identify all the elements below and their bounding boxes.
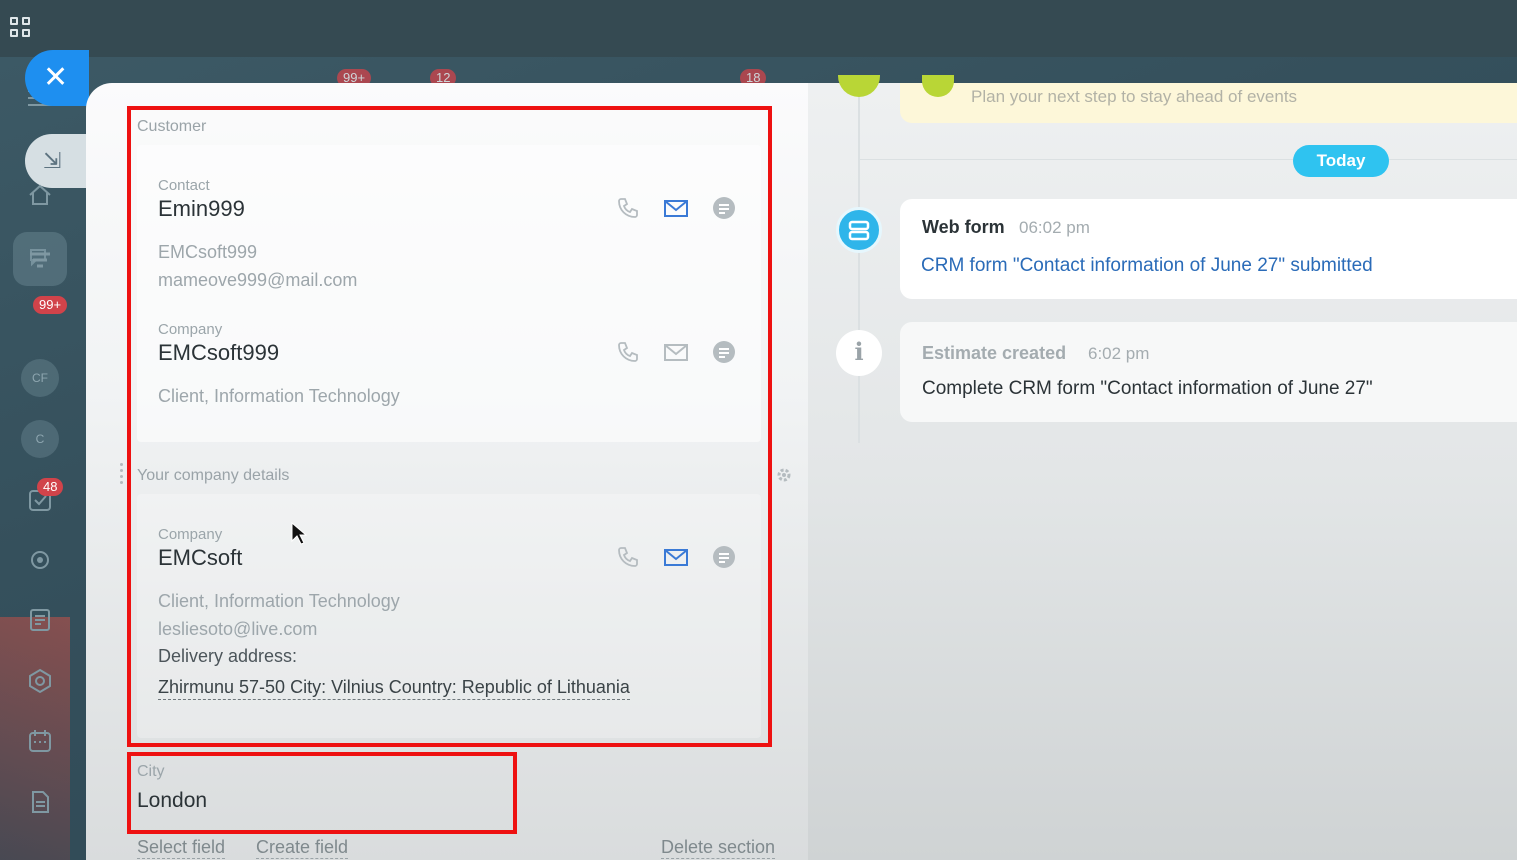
gear-icon[interactable] xyxy=(775,466,793,484)
drag-handle-icon[interactable] xyxy=(120,463,126,487)
tasks-count-badge: 48 xyxy=(37,478,64,496)
web-form-title: Web form xyxy=(922,217,1005,237)
city-highlight-box xyxy=(127,752,517,834)
robot-icon[interactable] xyxy=(27,547,53,573)
create-field-link[interactable]: Create field xyxy=(256,837,349,859)
today-badge: Today xyxy=(1293,145,1389,177)
file-icon[interactable] xyxy=(27,789,53,815)
apps-grid-icon[interactable] xyxy=(10,17,32,39)
document-icon[interactable] xyxy=(27,607,53,633)
web-form-time: 06:02 pm xyxy=(1019,218,1090,237)
avatar-c[interactable]: C xyxy=(21,420,59,458)
delete-section-link[interactable]: Delete section xyxy=(661,837,776,859)
crm-tile[interactable] xyxy=(13,232,67,286)
web-form-card: Web form 06:02 pm CRM form "Contact info… xyxy=(900,199,1517,299)
estimate-text: Complete CRM form "Contact information o… xyxy=(922,378,1373,399)
top-bar xyxy=(0,0,1517,57)
today-divider xyxy=(860,159,1517,160)
calendar-icon[interactable] xyxy=(27,728,53,754)
estimate-title: Estimate created xyxy=(922,343,1067,363)
web-form-icon xyxy=(836,207,882,253)
avatar-cf[interactable]: CF xyxy=(21,359,59,397)
timeline-line xyxy=(858,83,860,443)
estimate-time: 6:02 pm xyxy=(1088,344,1150,363)
crm-count-badge: 99+ xyxy=(33,296,68,314)
home-icon[interactable] xyxy=(27,182,53,208)
info-icon: i xyxy=(836,330,882,376)
hexagon-icon[interactable] xyxy=(27,668,53,694)
web-form-link[interactable]: CRM form "Contact information of June 27… xyxy=(921,255,1373,277)
select-field-link[interactable]: Select field xyxy=(137,837,226,859)
close-icon[interactable]: ✕ xyxy=(25,50,89,106)
estimate-card: Estimate created 6:02 pm Complete CRM fo… xyxy=(900,322,1517,422)
hint-text: Plan your next step to stay ahead of eve… xyxy=(971,87,1298,106)
customer-highlight-box xyxy=(127,106,772,747)
collapse-icon[interactable]: ⇲ xyxy=(25,134,89,188)
